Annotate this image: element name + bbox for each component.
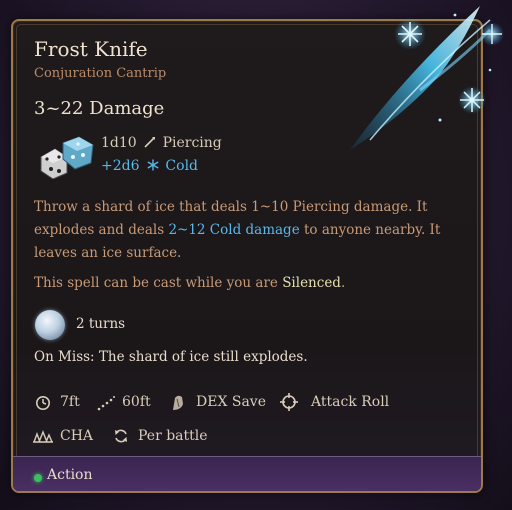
clock-icon xyxy=(36,396,50,410)
action-cost: Action xyxy=(47,467,93,483)
recharge-value: Per battle xyxy=(138,428,208,444)
silence-note-prefix: This spell can be cast while you are xyxy=(34,275,283,291)
damage-summary: 3~22 Damage xyxy=(34,98,165,119)
pierce-icon xyxy=(144,137,156,148)
cha-icon xyxy=(33,430,53,443)
spell-school: Conjuration Cantrip xyxy=(34,66,167,81)
spell-title: Frost Knife xyxy=(34,37,148,61)
silenced-keyword: Silenced xyxy=(282,275,341,291)
save-value: DEX Save xyxy=(196,394,266,410)
silence-note-suffix: . xyxy=(340,275,346,291)
turn-ice-icon xyxy=(35,310,65,340)
range-value: 7ft xyxy=(60,394,80,410)
spell-description: Throw a shard of ice that deals 1~10 Pie… xyxy=(34,196,454,265)
attack-value: Attack Roll xyxy=(311,394,390,410)
on-miss-text: On Miss: The shard of ice still explodes… xyxy=(34,349,308,365)
refresh-icon xyxy=(115,429,127,443)
primary-damage-line: 1d10 Piercing xyxy=(101,135,222,151)
crosshair-icon xyxy=(280,393,298,411)
duration-text: 2 turns xyxy=(76,316,126,332)
dice-icon xyxy=(40,136,94,179)
secondary-damage-line: +2d6 Cold xyxy=(101,158,198,174)
secondary-damage-type: Cold xyxy=(165,158,199,174)
frost-shard-icon xyxy=(350,6,504,150)
action-dot-icon xyxy=(34,474,42,482)
primary-roll: 1d10 xyxy=(101,135,137,151)
dex-save-icon xyxy=(173,395,183,410)
snowflake-icon xyxy=(147,159,159,171)
secondary-roll: +2d6 xyxy=(101,158,140,174)
ability-value: CHA xyxy=(60,428,94,444)
silence-note: This spell can be cast while you are Sil… xyxy=(34,275,345,291)
aoe-dotted-icon xyxy=(97,396,115,411)
cold-damage-highlight: 2~12 Cold damage xyxy=(168,222,300,238)
primary-damage-type: Piercing xyxy=(162,135,222,151)
aoe-value: 60ft xyxy=(122,394,151,410)
